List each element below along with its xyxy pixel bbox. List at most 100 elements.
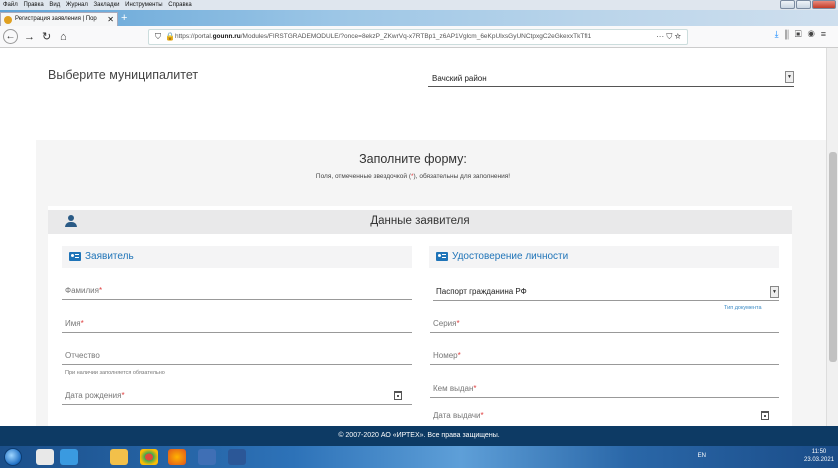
clock[interactable]: 11:50 23.03.2021 <box>804 448 834 464</box>
patronymic-hint: При наличии заполняется обязательно <box>65 370 165 376</box>
hamburger-menu-icon[interactable]: ≡ <box>821 29 832 39</box>
tab-title: Регистрация заявления | Пор <box>15 16 97 22</box>
menu-view[interactable]: Вид <box>49 2 60 8</box>
surname-field[interactable]: Фамилия* <box>62 282 412 300</box>
pocket-icon[interactable]: ⛉ <box>666 32 672 41</box>
download-icon[interactable]: ⤓ <box>775 29 785 39</box>
forward-arrow-icon[interactable]: → <box>24 29 35 45</box>
document-type-hint: Тип документа <box>724 305 762 311</box>
start-button[interactable] <box>4 448 22 466</box>
select-arrow-icon[interactable]: ▼ <box>770 286 779 298</box>
series-field[interactable]: Серия* <box>430 315 779 333</box>
required-star: * <box>457 351 461 360</box>
document-icon <box>436 252 448 261</box>
name-label: Имя <box>65 319 81 328</box>
issued-by-label: Кем выдан <box>433 384 474 393</box>
url-domain: gounn.ru <box>212 33 241 40</box>
name-field[interactable]: Имя* <box>62 315 412 333</box>
scrollbar-thumb[interactable] <box>829 152 837 362</box>
clock-date: 23.03.2021 <box>804 457 835 463</box>
site-favicon-icon <box>4 16 12 24</box>
file-explorer-icon[interactable] <box>110 449 128 465</box>
new-tab-icon[interactable]: + <box>121 12 127 24</box>
patronymic-field[interactable]: Отчество <box>62 347 412 365</box>
form-title: Заполните форму: <box>359 152 467 166</box>
account-icon[interactable]: ◉ <box>808 29 821 39</box>
note-text-2: ), обязательны для заполнения! <box>413 173 511 180</box>
tray-icons[interactable] <box>714 452 798 461</box>
language-indicator[interactable]: EN <box>698 453 706 459</box>
copyright-text: © 2007-2020 АО «ИРТЕХ». Все права защище… <box>338 432 500 439</box>
clock-time: 11:50 <box>811 449 827 455</box>
firefox-icon[interactable] <box>168 449 186 465</box>
back-arrow-icon[interactable]: ← <box>3 29 18 44</box>
tab-registration[interactable]: Регистрация заявления | Пор ✕ <box>0 12 118 26</box>
birthdate-field[interactable]: Дата рождения* <box>62 387 412 405</box>
system-tray: EN 11:50 23.03.2021 <box>654 446 834 468</box>
identity-subheader: Удостоверение личности <box>429 246 779 268</box>
document-type-value: Паспорт гражданина РФ <box>436 287 527 296</box>
identity-heading: Удостоверение личности <box>452 251 569 262</box>
menu-bookmarks[interactable]: Закладки <box>94 2 120 8</box>
page-content: Выберите муниципалитет Вачский район ▼ З… <box>0 48 826 426</box>
select-arrow-icon[interactable]: ▼ <box>785 71 794 83</box>
page-footer: © 2007-2020 АО «ИРТЕХ». Все права защище… <box>0 426 838 446</box>
url-path: /Modules/FIRSTGRADEMODULE/?once=8ekzP_ZK… <box>240 33 592 40</box>
shield-icon: ⛉ <box>155 32 161 41</box>
number-field[interactable]: Номер* <box>430 347 779 365</box>
required-star: * <box>80 319 84 328</box>
menu-edit[interactable]: Правка <box>23 2 43 8</box>
applicant-section-header: Данные заявителя <box>48 210 792 234</box>
patronymic-label: Отчество <box>65 351 100 360</box>
required-star: * <box>121 391 125 400</box>
url-prefix: https://portal. <box>175 33 213 40</box>
municipality-label: Выберите муниципалитет <box>48 68 199 82</box>
menu-bar: Файл Правка Вид Журнал Закладки Инструме… <box>0 0 838 10</box>
home-icon[interactable]: ⌂ <box>60 29 67 45</box>
sidebar-icon[interactable]: ▣ <box>795 29 808 39</box>
issue-date-field[interactable]: Дата выдачи* <box>430 407 779 425</box>
calendar-icon[interactable] <box>394 391 402 400</box>
window-controls <box>780 0 836 9</box>
menu-file[interactable]: Файл <box>3 2 18 8</box>
issue-date-label: Дата выдачи <box>433 411 481 420</box>
calendar-icon[interactable] <box>761 411 769 420</box>
number-label: Номер <box>433 351 458 360</box>
applicant-section-title: Данные заявителя <box>370 215 470 227</box>
address-bar[interactable]: ⛉ 🔒 https://portal.gounn.ru/Modules/FIRS… <box>148 29 688 45</box>
toolbar-icons: ⤓⫼▣◉≡ <box>775 29 832 40</box>
close-tab-icon[interactable]: ✕ <box>107 13 114 26</box>
page-actions-icon[interactable]: ··· <box>656 32 664 41</box>
maximize-button[interactable] <box>796 0 811 9</box>
app-icon[interactable] <box>198 449 216 465</box>
reload-icon[interactable]: ↻ <box>42 29 51 45</box>
applicant-subheader: Заявитель <box>62 246 412 268</box>
menu-help[interactable]: Справка <box>168 2 192 8</box>
word-icon[interactable] <box>228 449 246 465</box>
close-window-button[interactable] <box>812 0 836 9</box>
note-text-1: Поля, отмеченные звездочкой ( <box>315 173 412 180</box>
menu-history[interactable]: Журнал <box>66 2 88 8</box>
issued-by-field[interactable]: Кем выдан* <box>430 380 779 398</box>
municipality-select[interactable]: Вачский район ▼ <box>428 70 794 87</box>
page-scrollbar[interactable] <box>826 48 838 426</box>
chrome-icon[interactable] <box>140 449 158 465</box>
minimize-button[interactable] <box>780 0 795 9</box>
applicant-heading: Заявитель <box>85 251 134 262</box>
library-icon[interactable]: ⫼ <box>785 29 795 39</box>
menu-tools[interactable]: Инструменты <box>125 2 162 8</box>
padlock-icon: 🔒 <box>165 32 175 41</box>
surname-label: Фамилия <box>65 286 99 295</box>
bookmark-star-icon[interactable]: ☆ <box>675 32 681 41</box>
document-type-select[interactable]: Паспорт гражданина РФ ▼ <box>433 283 779 301</box>
windows-taskbar: EN 11:50 23.03.2021 <box>0 446 838 468</box>
required-star: * <box>456 319 460 328</box>
url-actions: ··· ⛉ ☆ <box>656 30 681 44</box>
required-star: * <box>473 384 477 393</box>
form-required-note: Поля, отмеченные звездочкой (*), обязате… <box>0 173 826 180</box>
id-card-icon <box>69 252 81 261</box>
internet-explorer-icon[interactable] <box>60 449 78 465</box>
tab-bar: Регистрация заявления | Пор ✕ + <box>0 10 838 26</box>
media-player-icon[interactable] <box>36 449 54 465</box>
required-star: * <box>480 411 484 420</box>
